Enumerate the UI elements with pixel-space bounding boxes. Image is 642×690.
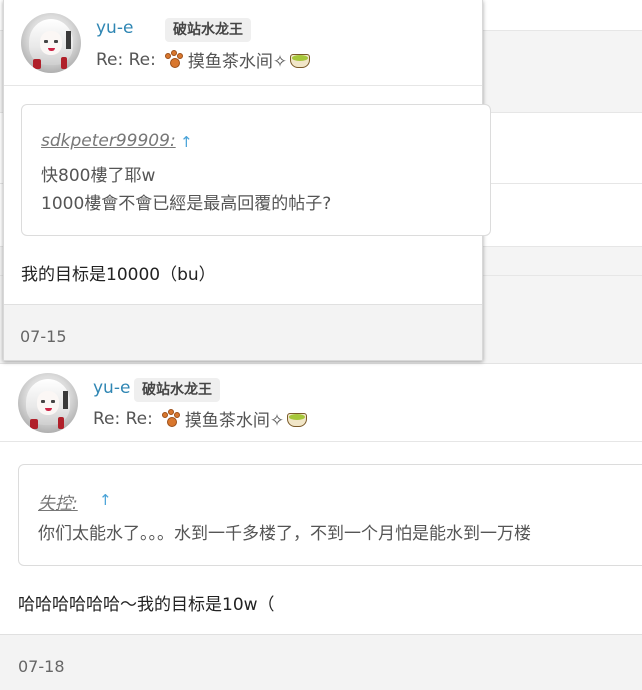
quote-author-link[interactable]: sdkpeter99909: xyxy=(41,131,176,151)
paw-emoji-icon xyxy=(164,49,186,70)
jump-to-quote-icon[interactable]: ↑ xyxy=(180,133,193,151)
reply-prefix: Re: Re: xyxy=(96,49,156,70)
post-header: yu-e 破站水龙王 Re: Re: 摸鱼茶水间✧ xyxy=(4,0,482,86)
quote-text-line: 快800樓了耶w xyxy=(41,166,156,186)
topic-title: 摸鱼茶水间✧ xyxy=(184,411,285,431)
user-title-badge: 破站水龙王 xyxy=(134,378,220,402)
post-header: yu-e 破站水龙王 Re: Re: 摸鱼茶水间✧ xyxy=(0,364,642,442)
jump-to-quote-icon[interactable]: ↑ xyxy=(99,491,112,509)
quote-block: 失控: ↑ 你们太能水了。。。水到一千多楼了，不到一个月怕是能水到一万楼 xyxy=(18,464,642,566)
post-footer: 07-15 xyxy=(4,304,482,360)
username-link[interactable]: yu-e xyxy=(93,378,130,398)
forum-thread-view: yu-e 破站水龙王 Re: Re: 摸鱼茶水间✧ sdkpeter99909:… xyxy=(0,0,642,690)
avatar[interactable] xyxy=(21,13,81,73)
post-date[interactable]: 07-15 xyxy=(20,327,67,346)
paw-emoji-icon xyxy=(161,408,183,429)
post-date[interactable]: 07-18 xyxy=(18,657,65,676)
quoted-post-popover: yu-e 破站水龙王 Re: Re: 摸鱼茶水间✧ sdkpeter99909:… xyxy=(3,0,491,361)
quote-block: sdkpeter99909: ↑ 快800樓了耶w 1000樓會不會已經是最高回… xyxy=(21,104,491,236)
username-link[interactable]: yu-e xyxy=(96,18,133,38)
post-body: 哈哈哈哈哈哈～我的目标是10w（ xyxy=(18,595,275,615)
user-title-badge: 破站水龙王 xyxy=(165,18,251,42)
tea-cup-emoji-icon xyxy=(289,51,311,69)
post-body: 我的目标是10000（bu） xyxy=(21,265,216,285)
quote-text-line: 你们太能水了。。。水到一千多楼了，不到一个月怕是能水到一万楼 xyxy=(38,524,531,544)
post-footer: 07-18 xyxy=(0,634,642,690)
quote-text-line: 1000樓會不會已經是最高回覆的帖子? xyxy=(41,194,332,214)
forum-post: yu-e 破站水龙王 Re: Re: 摸鱼茶水间✧ 失控: ↑ 你们太能水了。。… xyxy=(0,363,642,690)
avatar[interactable] xyxy=(18,373,78,433)
quote-author-link[interactable]: 失控: xyxy=(38,489,78,514)
post-topic-line[interactable]: Re: Re: 摸鱼茶水间✧ xyxy=(93,406,308,431)
post-topic-line[interactable]: Re: Re: 摸鱼茶水间✧ xyxy=(96,47,311,72)
reply-prefix: Re: Re: xyxy=(93,408,153,429)
topic-title: 摸鱼茶水间✧ xyxy=(187,52,288,72)
tea-cup-emoji-icon xyxy=(286,410,308,428)
